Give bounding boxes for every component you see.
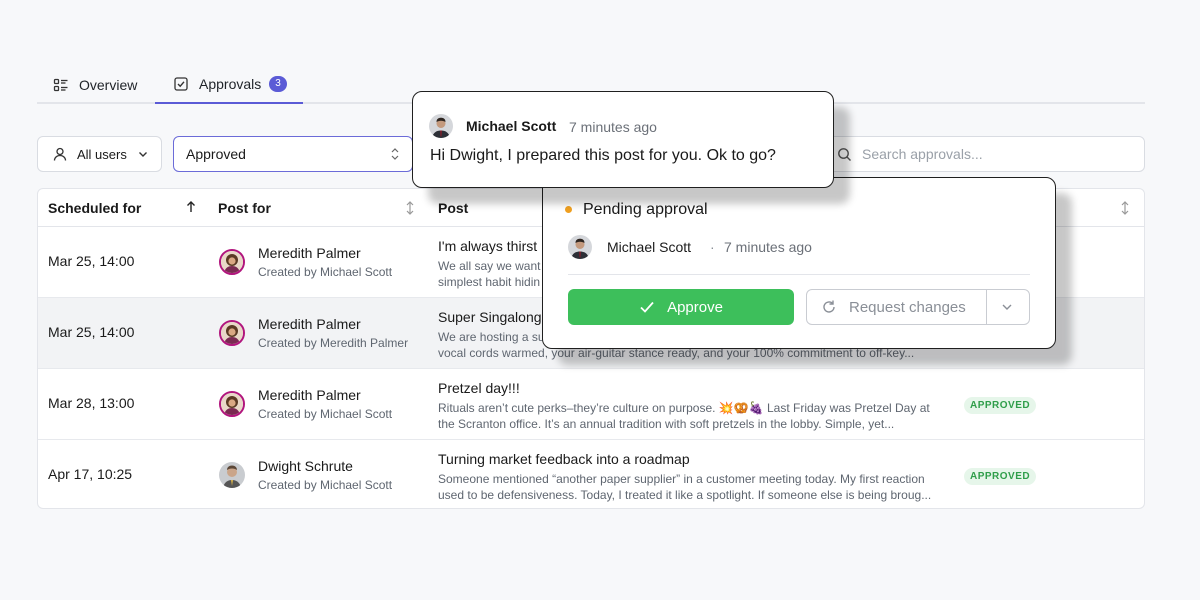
tab-approvals-label: Approvals: [199, 76, 262, 92]
column-header-scheduled[interactable]: Scheduled for: [48, 189, 198, 227]
column-header-post[interactable]: Post: [438, 189, 468, 227]
post-for-name: Meredith Palmer: [258, 387, 361, 403]
user-icon: [52, 146, 68, 162]
created-by: Created by Michael Scott: [258, 478, 393, 492]
post-excerpt-line: Someone mentioned “another paper supplie…: [438, 472, 925, 486]
post-for-name: Dwight Schrute: [258, 458, 353, 474]
approval-popover: Pending approval Michael Scott · 7 minut…: [542, 177, 1056, 349]
scheduled-date: Mar 28, 13:00: [48, 395, 135, 411]
tab-approvals[interactable]: Approvals 3: [155, 66, 303, 104]
post-title: I'm always thirst: [438, 238, 538, 254]
search-field[interactable]: Search approvals...: [820, 136, 1145, 172]
check-icon: [639, 300, 655, 314]
avatar: [219, 320, 245, 346]
approve-button[interactable]: Approve: [568, 289, 794, 325]
separator-dot: ·: [710, 239, 715, 255]
avatar: [219, 249, 245, 275]
scheduled-date: Apr 17, 10:25: [48, 466, 133, 482]
checkbox-icon: [173, 76, 189, 92]
avatar: [219, 462, 245, 488]
created-by: Created by Michael Scott: [258, 265, 393, 279]
avatar: [429, 114, 453, 138]
pending-status-dot: [565, 206, 572, 213]
post-excerpt-line: the Scranton office. It’s an annual trad…: [438, 417, 895, 431]
chevron-down-icon[interactable]: [1000, 300, 1014, 314]
table-row[interactable]: Apr 17, 10:25 Dwight Schrute Created by …: [38, 440, 1144, 508]
comment-author: Michael Scott: [466, 118, 557, 134]
post-excerpt-line: Rituals aren’t cute perks–they’re cultur…: [438, 401, 930, 415]
search-icon: [837, 147, 852, 162]
comment-text: Hi Dwight, I prepared this post for you.…: [430, 147, 776, 164]
avatar: [568, 235, 592, 259]
created-by: Created by Michael Scott: [258, 407, 393, 421]
request-changes-button[interactable]: Request changes: [806, 289, 1030, 325]
comment-popover: Michael Scott 7 minutes ago Hi Dwight, I…: [412, 91, 834, 188]
post-title: Pretzel day!!!: [438, 380, 520, 396]
sort-updown-icon[interactable]: [1120, 200, 1130, 216]
post-excerpt: Rituals aren’t cute perks–they’re cultur…: [438, 400, 943, 432]
approval-author: Michael Scott: [607, 239, 692, 255]
tab-overview[interactable]: Overview: [53, 66, 137, 104]
search-placeholder: Search approvals...: [862, 146, 983, 162]
chevron-down-icon: [137, 148, 149, 160]
column-header-post-for[interactable]: Post for: [218, 189, 418, 227]
sort-updown-icon[interactable]: [405, 200, 415, 216]
approvals-count-badge: 3: [269, 76, 287, 92]
post-title: Super Singalong: [438, 309, 542, 325]
table-row[interactable]: Mar 28, 13:00 Meredith Palmer Created by…: [38, 369, 1144, 440]
post-excerpt: Someone mentioned “another paper supplie…: [438, 471, 943, 503]
approval-status-title: Pending approval: [583, 201, 708, 218]
scheduled-date: Mar 25, 14:00: [48, 253, 135, 269]
post-title: Turning market feedback into a roadmap: [438, 451, 690, 467]
refresh-icon: [821, 299, 837, 315]
status-select[interactable]: Approved: [173, 136, 413, 172]
column-header-scheduled-label: Scheduled for: [48, 200, 142, 216]
column-header-post-label: Post: [438, 200, 469, 216]
avatar: [219, 391, 245, 417]
request-changes-label: Request changes: [849, 298, 966, 316]
scheduled-date: Mar 25, 14:00: [48, 324, 135, 340]
status-badge: APPROVED: [964, 468, 1037, 485]
status-badge: APPROVED: [964, 397, 1037, 414]
button-split-divider: [986, 290, 987, 324]
divider: [568, 274, 1030, 275]
updown-chevron-icon: [390, 147, 400, 161]
approval-time: 7 minutes ago: [724, 239, 812, 255]
list-icon: [53, 77, 69, 93]
created-by: Created by Meredith Palmer: [258, 336, 409, 350]
tab-overview-label: Overview: [79, 77, 138, 93]
comment-time: 7 minutes ago: [569, 119, 657, 135]
column-header-post-for-label: Post for: [218, 200, 271, 216]
status-select-value: Approved: [186, 146, 246, 162]
approve-button-label: Approve: [667, 298, 723, 316]
users-filter-label: All users: [77, 146, 127, 162]
sort-arrow-up-icon[interactable]: [185, 200, 197, 214]
post-for-name: Meredith Palmer: [258, 316, 361, 332]
post-for-name: Meredith Palmer: [258, 245, 361, 261]
post-excerpt-line: used to be defensiveness. Today, I treat…: [438, 488, 932, 502]
users-filter-dropdown[interactable]: All users: [37, 136, 162, 172]
